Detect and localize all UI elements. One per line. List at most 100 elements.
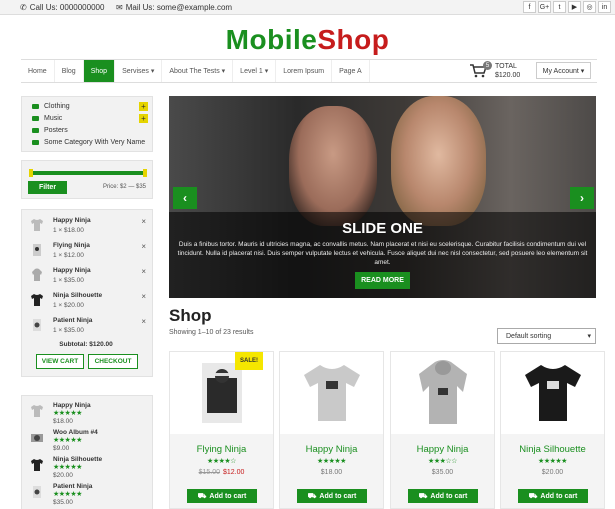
hero-slider: SLIDE ONE Duis a finibus tortor. Mauris … <box>169 96 596 298</box>
tshirt-image <box>524 365 581 421</box>
remove-icon[interactable]: × <box>141 217 146 226</box>
remove-icon[interactable]: × <box>141 267 146 276</box>
rating-stars: ★★★★★ <box>53 464 82 471</box>
item-name[interactable]: Happy Ninja <box>53 402 91 409</box>
instagram-icon[interactable]: ◎ <box>583 1 596 13</box>
product-image[interactable] <box>391 352 494 434</box>
add-to-cart-button[interactable]: ⛟ Add to cart <box>518 489 588 503</box>
price: $20.00 <box>541 469 564 476</box>
twitter-icon[interactable]: t <box>553 1 566 13</box>
cart-icon: ⛟ <box>418 492 428 500</box>
nav-item-servises[interactable]: Servises ▾ <box>115 60 163 82</box>
price: $18.00 <box>320 469 343 476</box>
nav-item-home[interactable]: Home <box>21 60 55 82</box>
filter-button[interactable]: Filter <box>28 181 67 194</box>
page-title: Shop <box>169 306 212 325</box>
add-to-cart-button[interactable]: ⛟ Add to cart <box>408 489 478 503</box>
item-qty: 1 × $18.00 <box>53 227 84 234</box>
item-name[interactable]: Patient Ninja <box>53 483 92 490</box>
product-image[interactable] <box>280 352 383 434</box>
product-name[interactable]: Flying Ninja <box>170 444 273 455</box>
product-card[interactable]: Happy Ninja ★★★☆☆ $35.00 ⛟ Add to cart <box>390 351 495 509</box>
add-to-cart-button[interactable]: ⛟ Add to cart <box>297 489 367 503</box>
category-item[interactable]: Posters <box>22 124 152 136</box>
mini-cart-item: Patient Ninja 1 × $35.00 × <box>22 314 152 339</box>
remove-icon[interactable]: × <box>141 242 146 251</box>
read-more-button[interactable]: READ MORE <box>355 272 410 289</box>
rating-stars: ★★★★★ <box>53 491 82 498</box>
item-name[interactable]: Happy Ninja <box>53 267 91 274</box>
product-name[interactable]: Happy Ninja <box>391 444 494 455</box>
social-links: f G+ t ▶ ◎ in <box>523 1 611 13</box>
logo-part-mobile: Mobile <box>225 24 318 55</box>
expand-plus-icon[interactable]: + <box>139 101 148 111</box>
category-widget: Clothing + Music + Posters Some Category W… <box>21 96 153 152</box>
sale-badge: SALE! <box>235 352 263 370</box>
product-card[interactable]: SALE! Flying Ninja ★★★★☆ $15.00 $12.00 ⛟ A… <box>169 351 274 509</box>
nav-item-blog[interactable]: Blog <box>55 60 84 82</box>
model-photo-left <box>289 106 377 226</box>
item-name[interactable]: Ninja Silhouette <box>53 292 102 299</box>
mini-cart-item: Happy Ninja 1 × $35.00 × <box>22 264 152 289</box>
site-logo[interactable]: MobileShop <box>0 24 615 56</box>
tshirt-thumb <box>31 219 43 231</box>
product-price: $15.00 $12.00 <box>170 469 273 476</box>
category-label: Posters <box>44 126 68 134</box>
remove-icon[interactable]: × <box>141 292 146 301</box>
product-name[interactable]: Ninja Silhouette <box>501 444 604 455</box>
old-price: $15.00 <box>198 469 220 476</box>
slider-next-arrow-icon[interactable]: › <box>570 187 594 209</box>
folder-icon <box>32 115 39 121</box>
googleplus-icon[interactable]: G+ <box>538 1 551 13</box>
nav-item-about-tests[interactable]: About The Tests ▾ <box>162 60 234 82</box>
item-name[interactable]: Happy Ninja <box>53 217 91 224</box>
tshirt-thumb <box>31 294 43 306</box>
category-item[interactable]: Music + <box>22 112 152 124</box>
price-range-slider[interactable] <box>29 169 147 177</box>
youtube-icon[interactable]: ▶ <box>568 1 581 13</box>
cart-icon[interactable]: 5 <box>469 61 492 78</box>
checkout-button[interactable]: CHECKOUT <box>88 354 138 369</box>
category-item[interactable]: Clothing + <box>22 100 152 112</box>
nav-item-level-1[interactable]: Level 1 ▾ <box>233 60 277 82</box>
facebook-icon[interactable]: f <box>523 1 536 13</box>
top-rated-item: Ninja Silhouette ★★★★★ $20.00 <box>22 454 152 481</box>
item-name[interactable]: Woo Album #4 <box>53 429 98 436</box>
sorting-select[interactable]: Default sorting ▾ <box>497 328 596 344</box>
nav-item-lorem-ipsum[interactable]: Lorem Ipsum <box>276 60 333 82</box>
folder-icon <box>32 139 39 145</box>
tshirt-thumb <box>31 459 43 471</box>
header-cart[interactable]: 5 TOTAL $120.00 <box>469 61 520 80</box>
linkedin-icon[interactable]: in <box>598 1 611 13</box>
expand-plus-icon[interactable]: + <box>139 113 148 123</box>
item-name[interactable]: Patient Ninja <box>53 317 92 324</box>
nav-item-shop[interactable]: Shop <box>83 60 116 82</box>
call-text: Call Us: 0000000000 <box>29 3 105 12</box>
product-card[interactable]: Happy Ninja ★★★★★ $18.00 ⛟ Add to cart <box>279 351 384 509</box>
nav-item-page-a[interactable]: Page A <box>332 60 370 82</box>
rating-stars: ★★★★★ <box>53 410 82 417</box>
slide-text: Duis a finibus tortor. Mauris id ultrici… <box>177 241 588 266</box>
product-card[interactable]: Ninja Silhouette ★★★★★ $20.00 ⛟ Add to ca… <box>500 351 605 509</box>
product-name[interactable]: Happy Ninja <box>280 444 383 455</box>
add-to-cart-label: Add to cart <box>319 492 357 500</box>
mini-cart-item: Ninja Silhouette 1 × $20.00 × <box>22 289 152 314</box>
my-account-dropdown[interactable]: My Account ▾ <box>536 62 591 79</box>
product-image[interactable] <box>501 352 604 434</box>
item-name[interactable]: Ninja Silhouette <box>53 456 102 463</box>
folder-icon <box>32 127 39 133</box>
add-to-cart-button[interactable]: ⛟ Add to cart <box>187 489 257 503</box>
slider-prev-arrow-icon[interactable]: ‹ <box>173 187 197 209</box>
item-name[interactable]: Flying Ninja <box>53 242 90 249</box>
product-price: $20.00 <box>501 469 604 476</box>
top-rated-item: Woo Album #4 ★★★★★ $9.00 <box>22 427 152 454</box>
slide-title: SLIDE ONE <box>342 220 423 237</box>
sale-price: $12.00 <box>223 469 245 476</box>
category-item[interactable]: Some Category With Very Name <box>22 136 152 148</box>
category-label: Music <box>44 114 63 122</box>
category-label: Some Category With Very Name <box>44 138 146 146</box>
remove-icon[interactable]: × <box>141 317 146 326</box>
result-count: Showing 1–10 of 23 results <box>169 329 254 336</box>
view-cart-button[interactable]: VIEW CART <box>36 354 84 369</box>
cart-count-badge: 5 <box>483 61 492 70</box>
